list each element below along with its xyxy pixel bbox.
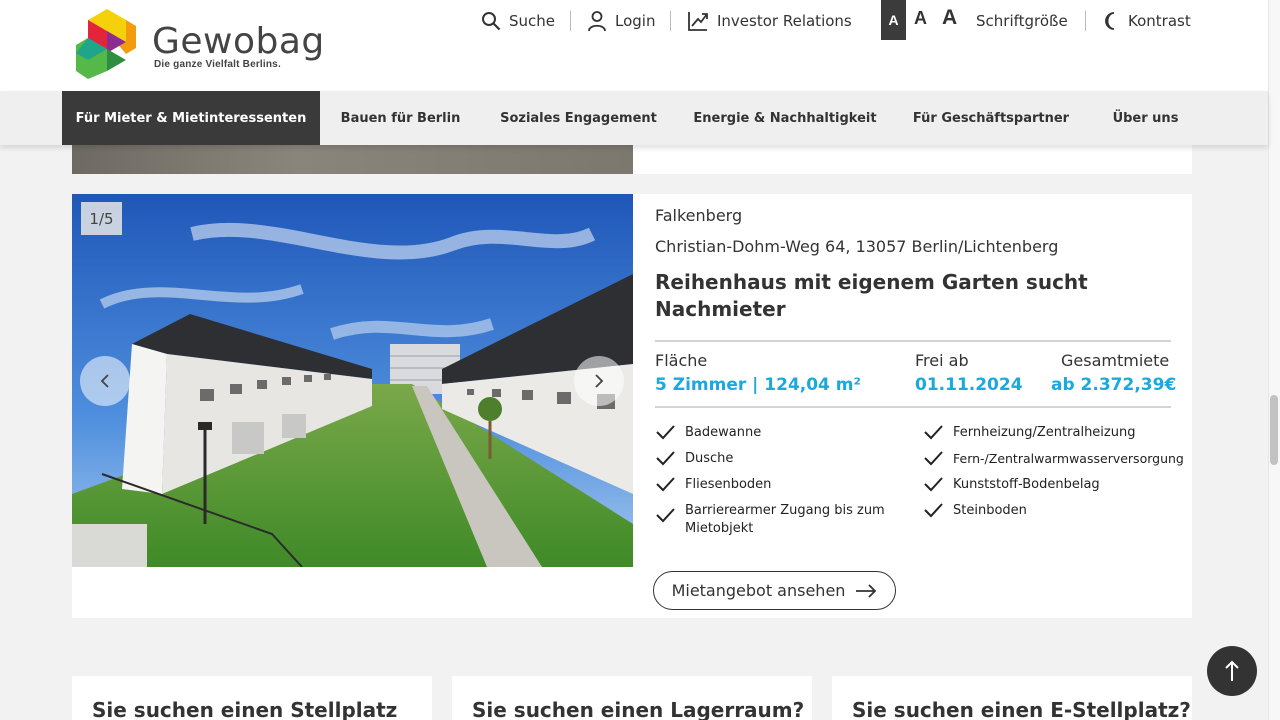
font-size-large-button[interactable]: A (942, 6, 957, 30)
listing-photo[interactable] (72, 194, 633, 567)
contrast-label: Kontrast (1128, 12, 1191, 30)
font-size-medium-button[interactable]: A (914, 8, 927, 29)
arrow-right-icon (856, 583, 877, 598)
previous-listing-photo (72, 140, 633, 174)
divider (1085, 11, 1086, 31)
rent-label: Gesamtmiete (1061, 351, 1170, 370)
listing-title: Reihenhaus mit eigenem Garten sucht Nach… (655, 270, 1088, 321)
listing-district: Falkenberg (655, 206, 743, 225)
feature-item: Fern-/Zentralwarmwasserversorgung (923, 450, 1193, 468)
feature-label: Steinboden (953, 503, 1027, 518)
listing-address: Christian-Dohm-Weg 64, 13057 Berlin/Lich… (655, 237, 1059, 256)
feature-item: Steinboden (923, 502, 1193, 520)
arrow-up-icon (1225, 660, 1239, 681)
feature-item: Barrierearmer Zugang bis zum Mietobjekt (655, 502, 900, 538)
scrollbar[interactable] (1268, 0, 1280, 720)
nav-item-energie[interactable]: Energie & Nachhaltigkeit (676, 91, 894, 145)
gewobag-logo[interactable]: Gewobag Die ganze Vielfalt Berlins. (74, 7, 324, 79)
available-label: Frei ab (915, 351, 969, 370)
nav-item-soziales[interactable]: Soziales Engagement (481, 91, 676, 145)
brand-name: Gewobag (152, 21, 325, 62)
chevron-right-icon (595, 374, 604, 388)
font-size-small-button[interactable]: A (881, 0, 906, 40)
view-offer-label: Mietangebot ansehen (671, 581, 846, 600)
checkmark-icon (656, 477, 675, 492)
checkmark-icon (656, 451, 675, 466)
rowhouse-photo-illustration (72, 194, 633, 567)
checkmark-icon (924, 425, 943, 440)
available-value: 01.11.2024 (915, 375, 1023, 395)
divider (670, 11, 671, 31)
login-label: Login (615, 12, 656, 30)
search-link[interactable]: Suche (481, 8, 555, 34)
area-value: 5 Zimmer | 124,04 m² (655, 375, 861, 395)
feature-item: Kunststoff-Bodenbelag (923, 476, 1193, 494)
investor-relations-label: Investor Relations (717, 12, 852, 30)
teaser-card-stellplatz[interactable]: Sie suchen einen Stellplatz (72, 676, 432, 720)
contrast-toggle[interactable]: Kontrast (1102, 8, 1191, 34)
feature-label: Kunststoff-Bodenbelag (953, 477, 1100, 492)
teaser-title: Sie suchen einen Stellplatz (92, 698, 398, 720)
contrast-icon (1105, 12, 1115, 30)
feature-item: Badewanne (655, 424, 895, 442)
checkmark-icon (656, 508, 675, 523)
nav-item-mieter[interactable]: Für Mieter & Mietinteressenten (62, 91, 320, 145)
user-icon (588, 11, 606, 32)
image-counter: 1/5 (81, 202, 122, 235)
feature-label: Barrierearmer Zugang bis zum Mietobjekt (685, 503, 885, 536)
teaser-card-lagerraum[interactable]: Sie suchen einen Lagerraum? (452, 676, 812, 720)
feature-item: Fliesenboden (655, 476, 895, 494)
teaser-card-e-stellplatz[interactable]: Sie suchen einen E-Stellplatz? (832, 676, 1192, 720)
login-link[interactable]: Login (587, 8, 655, 34)
feature-item: Fernheizung/Zentralheizung (923, 424, 1193, 442)
divider (655, 406, 1171, 408)
teaser-title: Sie suchen einen E-Stellplatz? (852, 698, 1191, 720)
chart-trend-icon (688, 12, 708, 31)
nav-item-ueber-uns[interactable]: Über uns (1088, 91, 1203, 145)
feature-label: Fernheizung/Zentralheizung (953, 425, 1136, 440)
search-label: Suche (509, 12, 556, 30)
teaser-title: Sie suchen einen Lagerraum? (472, 698, 805, 720)
back-to-top-button[interactable] (1207, 646, 1257, 696)
main-navigation: Für Mieter & Mietinteressenten Bauen für… (0, 91, 1268, 145)
brand-tagline: Die ganze Vielfalt Berlins. (154, 59, 281, 70)
divider (570, 11, 571, 31)
checkmark-icon (924, 503, 943, 518)
next-image-button[interactable] (574, 356, 624, 406)
feature-label: Fliesenboden (685, 477, 772, 492)
rent-value: ab 2.372,39€ (1051, 375, 1177, 395)
checkmark-icon (656, 425, 675, 440)
previous-image-button[interactable] (80, 356, 130, 406)
chevron-left-icon (100, 374, 109, 388)
logo-mark-icon (76, 9, 136, 79)
nav-item-bauen[interactable]: Bauen für Berlin (320, 91, 481, 145)
divider (655, 340, 1171, 342)
area-label: Fläche (655, 351, 708, 370)
feature-item: Dusche (655, 450, 895, 468)
scrollbar-thumb[interactable] (1270, 395, 1278, 465)
checkmark-icon (924, 451, 943, 466)
investor-relations-link[interactable]: Investor Relations (687, 8, 852, 34)
checkmark-icon (924, 477, 943, 492)
feature-label: Badewanne (685, 425, 762, 440)
view-offer-button[interactable]: Mietangebot ansehen (653, 571, 896, 610)
nav-item-geschaeftspartner[interactable]: Für Geschäftspartner (894, 91, 1088, 145)
font-size-label: Schriftgröße (976, 12, 1068, 30)
feature-label: Fern-/Zentralwarmwasserversorgung (953, 451, 1184, 466)
feature-label: Dusche (685, 451, 734, 466)
search-icon (482, 12, 501, 31)
